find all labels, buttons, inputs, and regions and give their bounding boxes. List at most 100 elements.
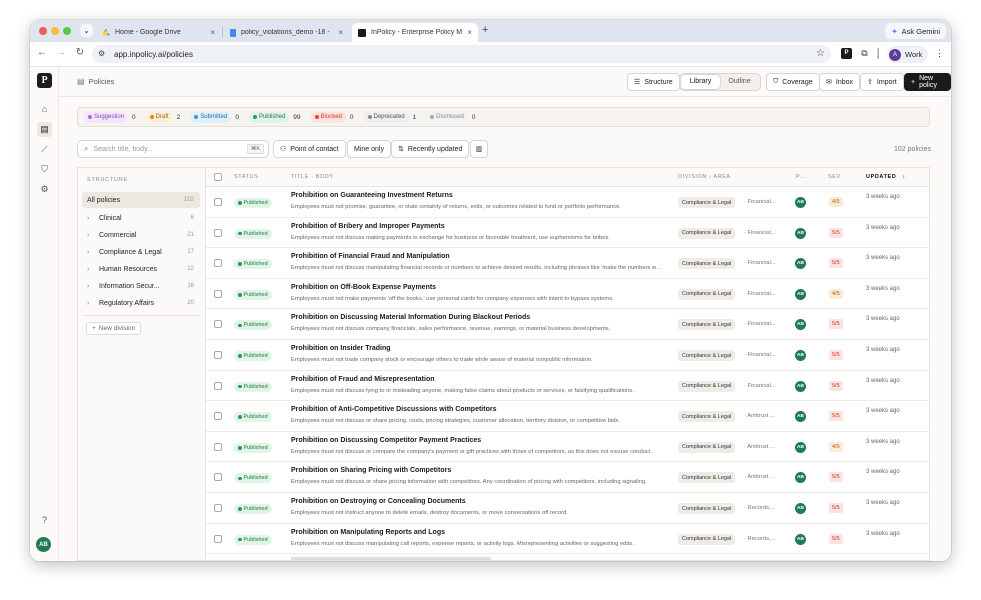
header-owner[interactable]: P... — [796, 174, 806, 180]
new-division-button[interactable]: + New division — [86, 322, 142, 335]
header-status[interactable]: STATUS — [234, 174, 258, 180]
policy-title[interactable]: Prohibition on Off-Book Expense Payments — [291, 284, 436, 291]
table-row[interactable]: Published Prohibition on Guaranteeing Inv… — [206, 187, 929, 218]
tab-policy-violations-doc[interactable]: policy_violations_demo -18 - × — [224, 23, 349, 42]
point-of-contact-filter[interactable]: ⚇ Point of contact — [273, 140, 346, 158]
table-row[interactable]: Published Prohibition on Destroying or Co… — [206, 493, 929, 524]
minimize-window-button[interactable] — [51, 27, 59, 35]
policy-title[interactable]: Prohibition of Financial Fraud and Manip… — [291, 253, 450, 260]
status-filter-published[interactable]: Published 99 — [248, 111, 303, 123]
row-checkbox[interactable] — [214, 351, 222, 359]
bookmark-star-icon[interactable]: ☆ — [816, 48, 825, 59]
row-checkbox[interactable] — [214, 289, 222, 298]
table-row[interactable]: Published Prohibition on Off-Book Expense… — [206, 279, 929, 310]
chevron-right-icon[interactable]: › — [87, 249, 99, 256]
shield-icon[interactable]: ⛉ — [37, 162, 52, 177]
policy-title[interactable]: Prohibition on Insider Trading — [291, 345, 391, 352]
address-bar[interactable]: ⚙ app.inpolicy.ai/policies ☆ — [92, 45, 831, 63]
policy-title[interactable]: Prohibition of Bribery and Improper Paym… — [291, 223, 445, 230]
breadcrumb-policies[interactable]: Policies — [89, 77, 115, 86]
browser-menu-icon[interactable]: ⋮ — [934, 48, 945, 59]
header-severity[interactable]: SEV — [828, 174, 841, 180]
row-checkbox[interactable] — [214, 534, 222, 543]
table-row[interactable]: Published Prohibition on Insider Trading E… — [206, 340, 929, 371]
row-checkbox[interactable] — [214, 473, 222, 482]
inpolicy-extension-icon[interactable]: P — [841, 48, 852, 59]
structure-item[interactable]: › Clinical 6 — [82, 210, 200, 226]
table-row[interactable]: Published Prohibition of Bribery and Impr… — [206, 218, 929, 249]
policy-title[interactable]: Prohibition on Discussing Competitor Pay… — [291, 437, 481, 444]
chevron-right-icon[interactable]: › — [87, 283, 99, 290]
site-settings-icon[interactable]: ⚙ — [98, 49, 105, 58]
status-filter-blocked[interactable]: Blocked 0 — [310, 111, 356, 123]
table-row[interactable]: Published Prohibition on Sharing Pricing … — [206, 462, 929, 493]
row-checkbox[interactable] — [214, 412, 222, 421]
tab-outline[interactable]: Outline — [720, 75, 759, 89]
policy-title[interactable]: Prohibition on Manipulating Reports and … — [291, 529, 445, 536]
row-checkbox[interactable] — [214, 504, 222, 512]
chevron-right-icon[interactable]: › — [87, 300, 99, 307]
app-logo[interactable]: P — [37, 73, 52, 88]
user-avatar[interactable]: AB — [36, 537, 51, 552]
policy-title[interactable]: Prohibition of Anti-Competitive Discussi… — [291, 406, 496, 413]
chevron-right-icon[interactable]: › — [87, 215, 99, 222]
back-button[interactable]: ← — [35, 47, 49, 58]
mine-only-toggle[interactable]: Mine only — [347, 140, 391, 158]
import-button[interactable]: ⇪ Import — [860, 73, 904, 91]
row-checkbox[interactable] — [214, 442, 222, 451]
row-checkbox[interactable] — [214, 228, 222, 237]
row-checkbox[interactable] — [214, 381, 222, 390]
status-filter-suggestion[interactable]: Suggestion 0 — [84, 111, 138, 123]
table-row[interactable]: Published Prohibition of Anti-Competitive… — [206, 401, 929, 432]
close-tab-icon[interactable]: × — [210, 28, 215, 37]
tab-search-button[interactable]: ⌄ — [80, 24, 93, 37]
row-checkbox[interactable] — [214, 320, 222, 329]
structure-item[interactable]: › Information Secur... 16 — [82, 278, 200, 294]
new-tab-button[interactable]: + — [482, 24, 488, 36]
header-title[interactable]: TITLE · BODY — [291, 174, 334, 180]
new-policy-button[interactable]: + New policy — [904, 73, 951, 91]
close-tab-icon[interactable]: × — [467, 28, 472, 37]
settings-gear-icon[interactable]: ⚙ — [37, 182, 52, 197]
analytics-chart-icon[interactable]: ⟋ — [37, 142, 52, 157]
status-filter-submitted[interactable]: Submitted 0 — [190, 111, 241, 123]
home-icon[interactable]: ⌂ — [37, 101, 52, 116]
inbox-button[interactable]: ✉ Inbox — [819, 73, 860, 91]
structure-item[interactable]: All policies 102 — [82, 192, 200, 208]
policy-title[interactable]: Prohibition on Destroying or Concealing … — [291, 498, 466, 505]
header-division[interactable]: DIVISION › AREA — [678, 174, 731, 180]
table-row[interactable]: Published Prohibition on Discussing Mater… — [206, 309, 929, 340]
profile-button[interactable]: A Work — [887, 46, 929, 63]
status-filter-deprecated[interactable]: Deprecated 1 — [363, 111, 419, 123]
policy-title[interactable]: Prohibition of Fraud and Misrepresentati… — [291, 376, 435, 383]
chevron-right-icon[interactable]: › — [87, 266, 99, 273]
policies-document-icon[interactable]: ▤ — [37, 122, 52, 137]
chevron-right-icon[interactable]: › — [87, 232, 99, 239]
help-icon[interactable]: ? — [37, 512, 52, 527]
reload-button[interactable]: ↻ — [73, 47, 87, 58]
structure-item[interactable]: › Human Resources 22 — [82, 261, 200, 277]
status-filter-dismissed[interactable]: Dismissed 0 — [426, 111, 477, 123]
sort-button[interactable]: ⇅ Recently updated — [391, 140, 470, 158]
row-checkbox[interactable] — [214, 259, 222, 268]
table-row[interactable]: Published Prohibition on Discussing Compe… — [206, 432, 929, 463]
structure-item[interactable]: › Compliance & Legal 17 — [82, 244, 200, 260]
policy-title[interactable]: Prohibition on Discussing Material Infor… — [291, 314, 530, 321]
status-filter-draft[interactable]: Draft 2 — [145, 111, 183, 123]
structure-item[interactable]: › Commercial 21 — [82, 227, 200, 243]
table-row[interactable]: Published Prohibition on Manipulating Rep… — [206, 524, 929, 555]
tab-library[interactable]: Library — [681, 75, 720, 89]
ask-gemini-button[interactable]: ✦ Ask Gemini — [885, 23, 946, 39]
coverage-button[interactable]: ⛉ Coverage — [766, 73, 820, 91]
select-all-checkbox[interactable] — [214, 173, 222, 181]
close-window-button[interactable] — [39, 27, 47, 35]
policy-title[interactable]: Prohibition on Guaranteeing Investment R… — [291, 192, 453, 199]
search-input[interactable]: ⌕ Search title, body... ⌘K — [77, 140, 269, 158]
table-row[interactable]: Published Prohibition of Fraud and Misrep… — [206, 371, 929, 402]
columns-button[interactable]: ▥ — [470, 140, 488, 158]
tab-inpolicy[interactable]: InPolicy - Enterprise Policy M × — [352, 23, 478, 42]
table-row[interactable]: Published Prohibition of Financial Fraud … — [206, 248, 929, 279]
extensions-puzzle-icon[interactable]: ⧉ — [859, 48, 870, 59]
structure-view-button[interactable]: ☰ Structure — [627, 73, 680, 91]
policy-title[interactable]: Prohibition on Sharing Pricing with Comp… — [291, 467, 451, 474]
